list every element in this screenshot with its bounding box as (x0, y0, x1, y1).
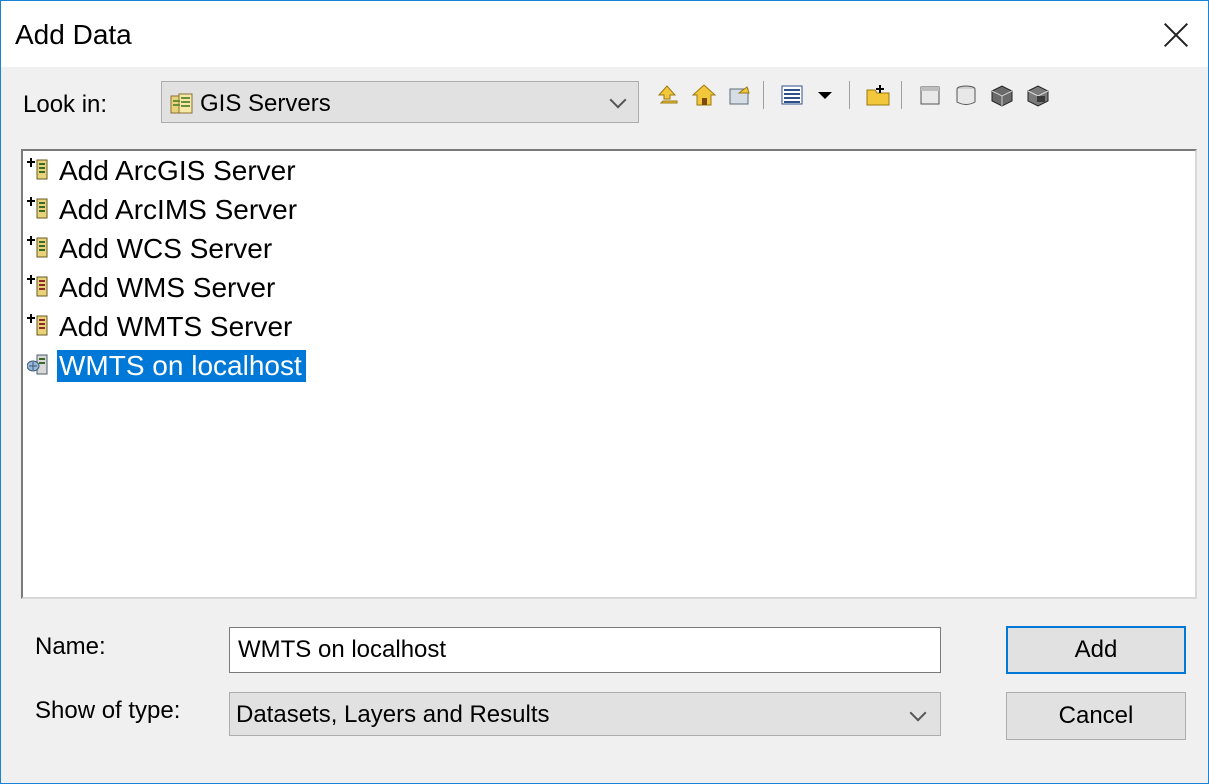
server-icon[interactable] (989, 81, 1015, 109)
list-item-label: Add ArcGIS Server (59, 155, 296, 186)
close-icon[interactable] (1156, 15, 1196, 55)
add-server-icon (27, 196, 53, 220)
list-item-label: Add WCS Server (59, 233, 273, 264)
show-of-type-label: Show of type: (35, 697, 181, 724)
server-connect-icon[interactable] (1025, 81, 1051, 109)
list-item-label: Add WMS Server (59, 272, 276, 303)
add-server-icon (27, 313, 53, 337)
name-label: Name: (35, 633, 106, 660)
list-item-label: Add WMTS Server (59, 311, 293, 342)
up-one-level-icon[interactable] (655, 81, 681, 109)
title-bar: Add Data (1, 1, 1208, 67)
add-data-dialog: Add Data Look in: GIS Servers Add ArcGIS… (0, 0, 1209, 784)
look-in-value: GIS Servers (200, 90, 331, 117)
list-item-label: WMTS on localhost (57, 350, 306, 382)
chevron-down-icon (909, 704, 927, 722)
list-item-label: Add ArcIMS Server (59, 194, 298, 225)
add-server-icon (27, 157, 53, 181)
name-input[interactable] (229, 627, 941, 673)
add-button[interactable]: Add (1006, 626, 1186, 674)
new-database-icon[interactable] (953, 81, 979, 109)
list-view-icon[interactable] (779, 81, 805, 109)
add-server-icon (27, 274, 53, 298)
new-file-icon[interactable] (917, 81, 943, 109)
gis-servers-icon (170, 93, 194, 120)
show-of-type-value: Datasets, Layers and Results (236, 701, 550, 728)
window-title: Add Data (15, 19, 132, 50)
file-list[interactable]: Add ArcGIS Server Add ArcIMS Server Add … (21, 149, 1197, 599)
chevron-down-icon (609, 91, 627, 109)
look-in-label: Look in: (23, 91, 108, 118)
show-of-type-dropdown[interactable]: Datasets, Layers and Results (229, 692, 941, 736)
new-folder-icon[interactable] (865, 81, 891, 109)
view-dropdown-icon[interactable] (815, 81, 835, 109)
toolbar-separator (849, 81, 850, 109)
toolbar-separator (763, 81, 764, 109)
connect-folder-icon[interactable] (727, 81, 753, 109)
toolbar-separator (901, 81, 902, 109)
wmts-server-icon (26, 352, 53, 376)
add-server-icon (27, 235, 53, 259)
cancel-button[interactable]: Cancel (1006, 692, 1186, 740)
look-in-dropdown[interactable]: GIS Servers (161, 81, 639, 123)
home-icon[interactable] (691, 81, 717, 109)
